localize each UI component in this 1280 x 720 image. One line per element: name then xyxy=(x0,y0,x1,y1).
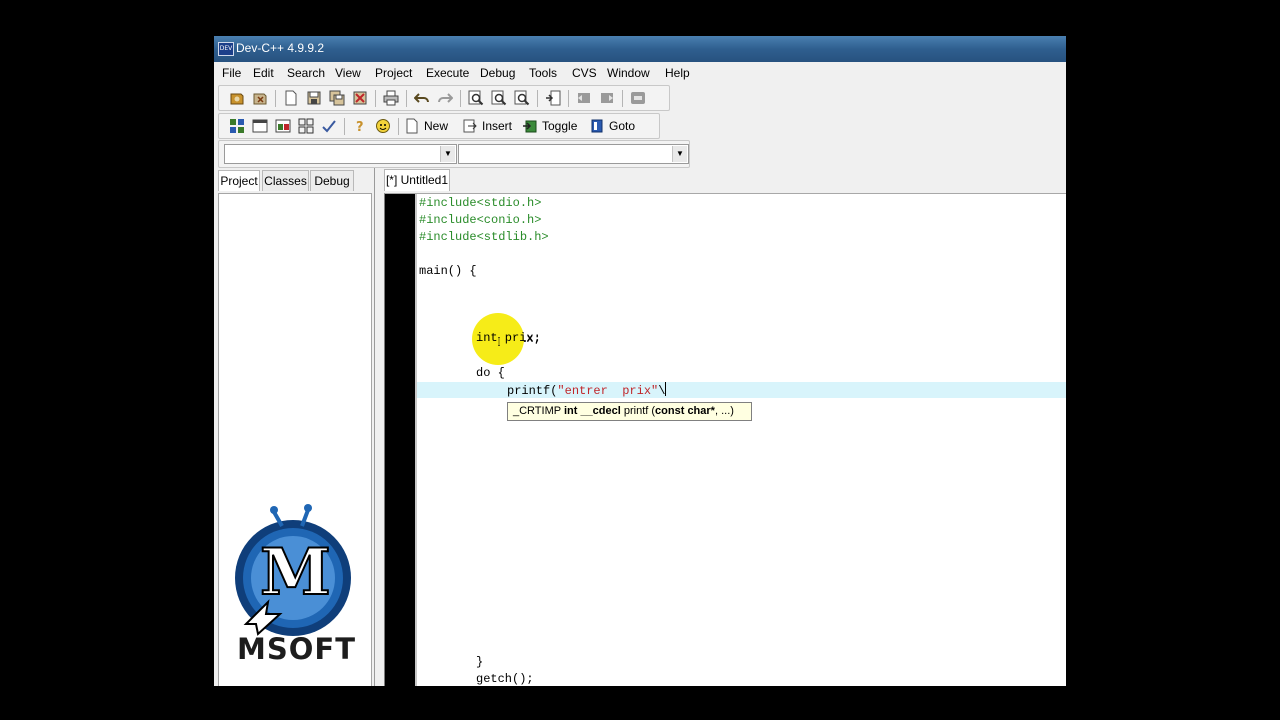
unindent-icon[interactable] xyxy=(599,90,615,106)
compile-icon[interactable] xyxy=(229,118,245,134)
class-combo[interactable]: ▼ xyxy=(224,144,457,164)
new-file-icon[interactable] xyxy=(283,90,299,106)
code-line-close-brace: } xyxy=(476,655,484,669)
editor-gutter[interactable] xyxy=(385,194,415,686)
toolbar-separator xyxy=(568,90,569,107)
toolbar-separator xyxy=(375,90,376,107)
toolbar-separator xyxy=(344,118,345,135)
toolbar-group-main xyxy=(218,85,670,111)
undo-icon[interactable] xyxy=(414,90,430,106)
print-icon[interactable] xyxy=(383,90,399,106)
toggle-button[interactable]: Toggle xyxy=(542,119,577,133)
logo-wordmark: MSOFT xyxy=(237,632,356,666)
ibeam-cursor-icon xyxy=(498,337,500,346)
close-file-icon[interactable] xyxy=(352,90,368,106)
chevron-down-icon[interactable]: ▼ xyxy=(672,146,687,162)
toolbar-group-secondary: ? New Insert Toggle Goto xyxy=(218,113,660,139)
toolbar-separator xyxy=(275,90,276,107)
close-project-icon[interactable] xyxy=(252,90,268,106)
tooltip-bold: const char* xyxy=(655,405,715,417)
indent-icon[interactable] xyxy=(576,90,592,106)
menu-file[interactable]: File xyxy=(222,66,241,80)
logo-letter: M xyxy=(259,534,332,611)
replace-icon[interactable] xyxy=(491,90,507,106)
code-line-do: do { xyxy=(476,366,505,380)
new-button[interactable]: New xyxy=(424,119,448,133)
rebuild-icon[interactable] xyxy=(298,118,314,134)
secondary-toolbar: ? New Insert Toggle Goto xyxy=(214,112,1066,140)
goto-bookmark-icon xyxy=(591,119,603,133)
text-caret xyxy=(665,382,667,396)
new-class-icon xyxy=(406,118,418,134)
devcpp-icon: DEV xyxy=(218,42,234,56)
code-line-include-stdio: #include<stdio.h> xyxy=(419,196,542,210)
open-project-icon[interactable] xyxy=(229,90,245,106)
code-line-include-conio: #include<conio.h> xyxy=(419,213,542,227)
menu-window[interactable]: Window xyxy=(607,66,650,80)
menu-debug[interactable]: Debug xyxy=(480,66,515,80)
menu-execute[interactable]: Execute xyxy=(426,66,469,80)
tab-project[interactable]: Project xyxy=(218,170,260,191)
compile-run-icon[interactable] xyxy=(275,118,291,134)
insert-icon xyxy=(463,119,477,133)
tooltip-text: printf ( xyxy=(620,405,656,417)
redo-icon[interactable] xyxy=(437,90,453,106)
goto-line-icon[interactable] xyxy=(545,90,561,106)
toolbar-separator xyxy=(537,90,538,107)
printf-tail: \ xyxy=(658,384,666,398)
tooltip-text: , ...) xyxy=(714,405,734,417)
goto-button[interactable]: Goto xyxy=(609,119,635,133)
code-line-int-prix-overlay: int prix; xyxy=(476,331,541,345)
svg-text:?: ? xyxy=(356,120,364,134)
editor-tab-untitled1[interactable]: [*] Untitled1 xyxy=(384,169,450,191)
code-line-getch: getch(); xyxy=(476,672,534,686)
chevron-down-icon[interactable]: ▼ xyxy=(440,146,455,162)
tooltip-bold: int __cdecl xyxy=(563,405,621,417)
code-editor[interactable]: #include<stdio.h> #include<conio.h> #inc… xyxy=(384,193,1066,686)
menu-bar: File Edit Search View Project Execute De… xyxy=(214,62,1066,85)
printf-call: printf( xyxy=(507,384,558,398)
toggle-bookmark-icon xyxy=(523,120,537,133)
parameter-hint-tooltip: _CRTIMP int __cdecl printf (const char*,… xyxy=(507,402,752,421)
tooltip-text: _CRTIMP xyxy=(513,405,564,417)
menu-cvs[interactable]: CVS xyxy=(572,66,597,80)
menu-tools[interactable]: Tools xyxy=(529,66,557,80)
toolbar-separator xyxy=(622,90,623,107)
about-smiley-icon[interactable] xyxy=(375,118,391,134)
toolbar-separator xyxy=(398,118,399,135)
help-icon[interactable]: ? xyxy=(352,118,368,134)
code-line-printf: printf("entrer prix"\ xyxy=(507,382,667,400)
tab-debug[interactable]: Debug xyxy=(310,170,354,191)
title-bar[interactable]: DEV Dev-C++ 4.9.9.2 xyxy=(214,36,1066,62)
find-icon[interactable] xyxy=(468,90,484,106)
member-combo[interactable]: ▼ xyxy=(458,144,689,164)
window-title: Dev-C++ 4.9.9.2 xyxy=(236,41,325,55)
tab-classes[interactable]: Classes xyxy=(262,170,309,191)
toggle-comment-icon[interactable] xyxy=(630,90,646,106)
panel-splitter[interactable] xyxy=(374,168,375,686)
run-icon[interactable] xyxy=(252,118,268,134)
menu-project[interactable]: Project xyxy=(375,66,412,80)
check-icon[interactable] xyxy=(321,118,337,134)
save-all-icon[interactable] xyxy=(329,90,345,106)
insert-button[interactable]: Insert xyxy=(482,119,512,133)
printf-string: "entrer prix" xyxy=(557,384,659,398)
code-line-main: main() { xyxy=(419,264,477,278)
menu-search[interactable]: Search xyxy=(287,66,325,80)
code-line-include-stdlib: #include<stdlib.h> xyxy=(419,230,549,244)
menu-edit[interactable]: Edit xyxy=(253,66,274,80)
toolbar-separator xyxy=(406,90,407,107)
menu-help[interactable]: Help xyxy=(665,66,690,80)
toolbar-separator xyxy=(460,90,461,107)
save-icon[interactable] xyxy=(306,90,322,106)
editor-margin xyxy=(415,194,417,686)
find-next-icon[interactable] xyxy=(514,90,530,106)
menu-view[interactable]: View xyxy=(335,66,361,80)
main-toolbar xyxy=(214,84,1066,112)
